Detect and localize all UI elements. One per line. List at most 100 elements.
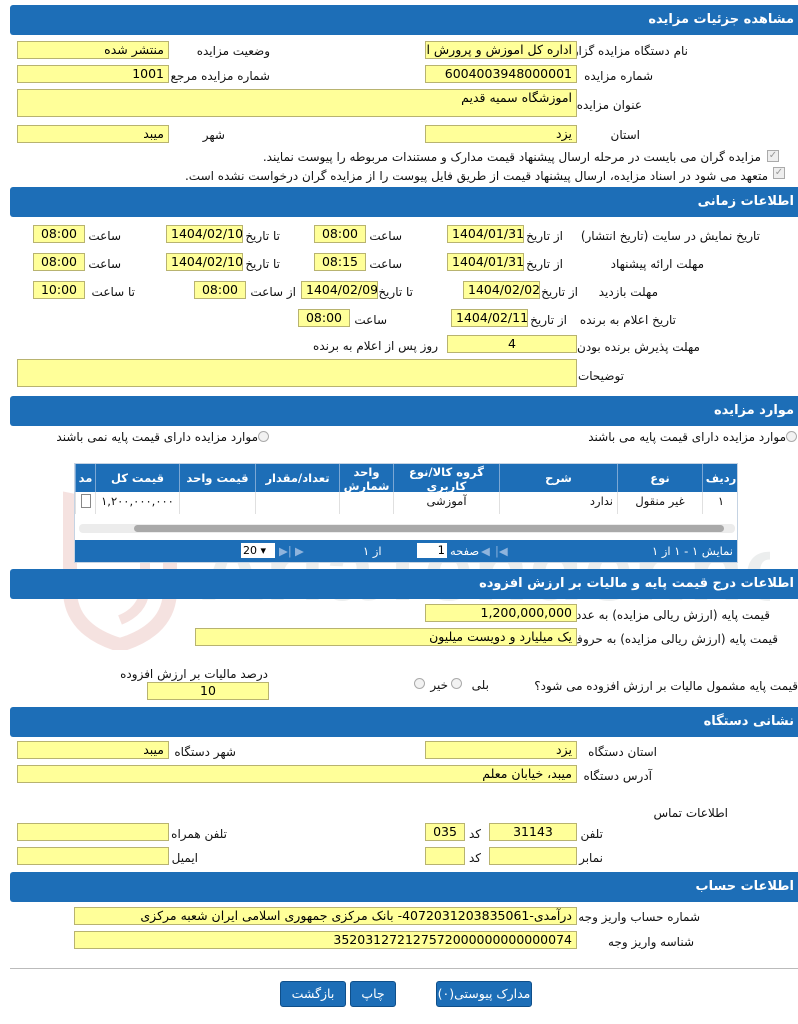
prev-page-icon[interactable]: ◀: [481, 540, 490, 562]
footer-divider: [10, 968, 798, 969]
ref-number-field[interactable]: 1001: [17, 65, 169, 83]
col-header-type[interactable]: نوع: [617, 464, 702, 492]
page-size-select[interactable]: 20 ▾: [241, 543, 275, 558]
display-to-label: تا تاریخ: [245, 229, 280, 243]
org-province-label: استان دستگاه: [588, 745, 657, 759]
number-field[interactable]: 6004003948000001: [425, 65, 577, 83]
visit-from-label: از تاریخ: [541, 285, 578, 299]
vat-no-label: خیر: [430, 678, 448, 692]
display-to-time[interactable]: 08:00: [33, 225, 85, 243]
province-field[interactable]: یزد: [425, 125, 577, 143]
with-base-price-label: موارد مزایده دارای قیمت پایه می باشند: [588, 430, 786, 444]
page-input[interactable]: 1: [417, 543, 447, 558]
offer-from-date[interactable]: 1404/01/31: [447, 253, 524, 271]
col-header-unit[interactable]: واحد شمارش: [339, 464, 393, 493]
first-page-icon[interactable]: |◀: [495, 540, 508, 562]
cell-desc: ندارد: [499, 492, 617, 514]
vat-no-radio[interactable]: [414, 678, 425, 689]
mobile-field[interactable]: [17, 823, 169, 841]
accept-deadline-label: مهلت پذیرش برنده بودن: [577, 340, 700, 354]
attach-docs-checkbox[interactable]: ✓: [767, 150, 779, 162]
offer-deadline-label: مهلت ارائه پیشنهاد: [610, 257, 704, 271]
visit-to-time[interactable]: 10:00: [33, 281, 85, 299]
accept-days-field[interactable]: 4: [447, 335, 577, 353]
base-price-words-label: قیمت پایه (ارزش ریالی مزایده) به حروف: [570, 632, 778, 646]
col-header-total[interactable]: قیمت کل: [95, 464, 179, 492]
org-address-field[interactable]: میبد، خیابان معلم: [17, 765, 577, 783]
visit-to-date[interactable]: 1404/02/09: [301, 281, 378, 299]
account-number-field[interactable]: درآمدی-4072031203835061- بانک مرکزی جمهو…: [74, 907, 577, 925]
notes-field[interactable]: [17, 359, 577, 387]
base-price-num-label: قیمت پایه (ارزش ریالی مزایده) به عدد: [575, 608, 770, 622]
org-name-label: نام دستگاه مزایده گزار: [572, 44, 688, 58]
display-to-date[interactable]: 1404/02/10: [166, 225, 243, 243]
announce-from-label: از تاریخ: [530, 313, 567, 327]
ref-number-label: شماره مزایده مرجع: [170, 69, 270, 83]
horizontal-scrollbar[interactable]: [79, 524, 735, 533]
fax-field[interactable]: [489, 847, 577, 865]
vat-yes-radio[interactable]: [451, 678, 462, 689]
col-header-unit-price[interactable]: قیمت واحد: [179, 464, 255, 492]
display-from-time-label: ساعت: [369, 229, 402, 243]
display-date-label: تاریخ نمایش در سایت (تاریخ انتشار): [580, 229, 760, 243]
col-header-desc[interactable]: شرح: [499, 464, 617, 492]
offer-to-time-label: ساعت: [88, 257, 121, 271]
col-header-row[interactable]: ردیف: [702, 464, 737, 492]
without-base-price-radio[interactable]: [258, 431, 269, 442]
fax-code-field[interactable]: [425, 847, 465, 865]
deposit-id-field[interactable]: 352031272127572000000000000074: [74, 931, 577, 949]
cell-unit: [339, 492, 393, 514]
attachments-button[interactable]: مدارک پیوستی(۰): [436, 981, 532, 1007]
vat-percent-field[interactable]: 10: [147, 682, 269, 700]
display-from-label: از تاریخ: [526, 229, 563, 243]
city-label: شهر: [202, 128, 225, 142]
visit-from-time[interactable]: 08:00: [194, 281, 246, 299]
no-file-offer-checkbox[interactable]: ✓: [773, 167, 785, 179]
email-label: ایمیل: [171, 851, 198, 865]
vat-percent-label: درصد مالیات بر ارزش افزوده: [120, 667, 268, 681]
org-province-field[interactable]: یزد: [425, 741, 577, 759]
announce-time[interactable]: 08:00: [298, 309, 350, 327]
org-name-field[interactable]: اداره کل اموزش و پرورش اس: [425, 41, 577, 59]
city-field[interactable]: میبد: [17, 125, 169, 143]
col-header-group[interactable]: گروه کالا/نوع کاربری: [393, 464, 499, 493]
offer-to-date[interactable]: 1404/02/10: [166, 253, 243, 271]
title-field[interactable]: اموزشگاه سمیه قدیم: [17, 89, 577, 117]
phone-field[interactable]: 31143: [489, 823, 577, 841]
notes-label: توضیحات: [577, 369, 624, 383]
phone-code-label: کد: [468, 827, 481, 841]
status-field[interactable]: منتشر شده: [17, 41, 169, 59]
scrollbar-thumb[interactable]: [134, 525, 724, 532]
email-field[interactable]: [17, 847, 169, 865]
offer-to-time[interactable]: 08:00: [33, 253, 85, 271]
org-address-label: آدرس دستگاه: [583, 769, 652, 783]
last-page-icon[interactable]: ▶|: [279, 540, 292, 562]
next-page-icon[interactable]: ▶: [295, 540, 304, 562]
cell-qty: [255, 492, 339, 514]
cell-total: ۱,۲۰۰,۰۰۰,۰۰۰: [95, 492, 179, 514]
org-city-field[interactable]: میبد: [17, 741, 169, 759]
col-header-qty[interactable]: تعداد/مقدار: [255, 464, 339, 492]
with-base-price-radio[interactable]: [786, 431, 797, 442]
offer-from-time[interactable]: 08:15: [314, 253, 366, 271]
no-file-offer-text: متعهد می شود در اسناد مزایده، ارسال پیشن…: [184, 169, 768, 183]
display-to-time-label: ساعت: [88, 229, 121, 243]
base-price-num-field[interactable]: 1,200,000,000: [425, 604, 577, 622]
visit-from-date[interactable]: 1404/02/02: [463, 281, 540, 299]
visit-to-time-label: تا ساعت: [91, 285, 135, 299]
phone-code-field[interactable]: 035: [425, 823, 465, 841]
attach-docs-text: مزایده گران می بایست در مرحله ارسال پیشن…: [262, 150, 761, 164]
cell-row: ۱: [702, 492, 737, 514]
page-size-value: 20: [243, 544, 257, 557]
announce-from-date[interactable]: 1404/02/11: [451, 309, 528, 327]
cell-extra[interactable]: [75, 492, 95, 514]
display-from-date[interactable]: 1404/01/31: [447, 225, 524, 243]
offer-from-time-label: ساعت: [369, 257, 402, 271]
base-price-words-field[interactable]: یک میلیارد و دویست میلیون: [195, 628, 577, 646]
back-button[interactable]: بازگشت: [280, 981, 346, 1007]
col-header-extra[interactable]: مد: [75, 464, 95, 492]
number-label: شماره مزایده: [584, 69, 653, 83]
status-label: وضعیت مزایده: [196, 44, 270, 58]
print-button[interactable]: چاپ: [350, 981, 396, 1007]
display-from-time[interactable]: 08:00: [314, 225, 366, 243]
